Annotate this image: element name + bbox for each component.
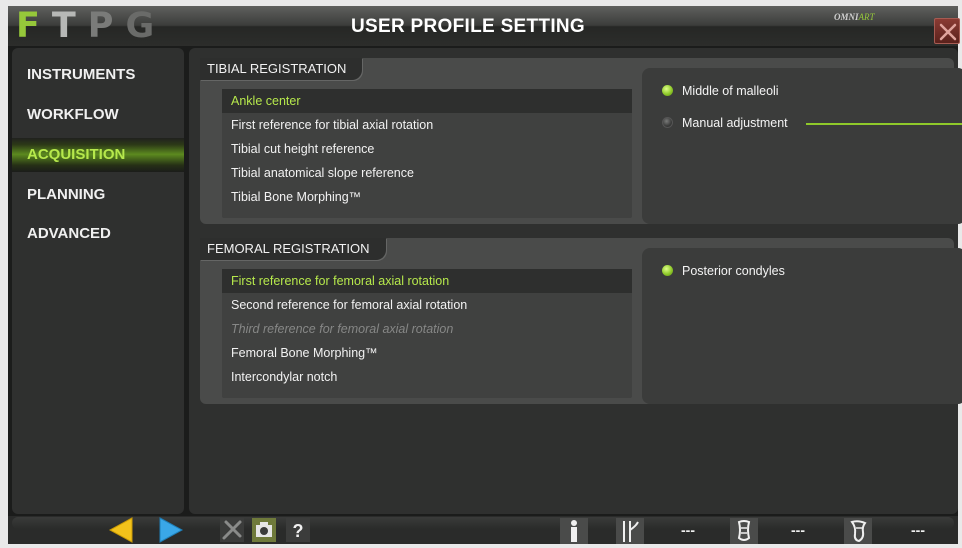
femoral-registration-section: FEMORAL REGISTRATION First reference for… bbox=[200, 238, 962, 404]
forward-button[interactable] bbox=[156, 516, 186, 548]
femoral-registration-heading: FEMORAL REGISTRATION bbox=[200, 238, 386, 260]
radio-checked-icon[interactable] bbox=[662, 265, 673, 277]
camera-icon bbox=[252, 518, 276, 542]
tibia-icon bbox=[844, 518, 872, 544]
manual-adjustment-indicator-line bbox=[806, 123, 962, 125]
femoral-item-second-axial-rotation[interactable]: Second reference for femoral axial rotat… bbox=[222, 293, 632, 317]
tibia-value: --- bbox=[911, 522, 925, 538]
patient-button[interactable] bbox=[560, 518, 588, 548]
tibial-choice-panel: Middle of malleoli Manual adjustment bbox=[642, 68, 962, 224]
femoral-item-third-axial-rotation: Third reference for femoral axial rotati… bbox=[231, 322, 454, 336]
option-posterior-condyles[interactable]: Posterior condyles bbox=[662, 262, 785, 280]
logo-letter-3: P bbox=[87, 6, 126, 46]
femur-button[interactable] bbox=[730, 518, 758, 548]
omniart-logo: OMNIART bbox=[834, 12, 875, 22]
forward-arrow-icon bbox=[159, 517, 184, 543]
option-label: Manual adjustment bbox=[682, 116, 788, 130]
close-icon bbox=[939, 23, 957, 41]
femoral-choice-panel: Posterior condyles bbox=[642, 248, 962, 404]
femur-value: --- bbox=[791, 522, 805, 538]
application-window: FTPG USER PROFILE SETTING OMNIART INSTRU… bbox=[8, 6, 962, 544]
help-button[interactable]: ? bbox=[286, 518, 310, 547]
person-icon bbox=[560, 518, 588, 544]
sidebar-item-instruments[interactable]: INSTRUMENTS bbox=[12, 58, 184, 92]
logo-letter-4: G bbox=[125, 6, 167, 46]
femur-icon bbox=[730, 518, 758, 544]
tibial-option-list: Ankle center First reference for tibial … bbox=[222, 89, 632, 209]
tools-icon bbox=[220, 518, 244, 542]
svg-text:?: ? bbox=[293, 521, 304, 541]
brand-art: ART bbox=[858, 12, 875, 22]
tibial-registration-section: TIBIAL REGISTRATION Ankle center First r… bbox=[200, 58, 962, 224]
option-label: Middle of malleoli bbox=[682, 84, 779, 98]
logo-letter-2: T bbox=[51, 6, 88, 46]
help-icon: ? bbox=[286, 518, 310, 542]
back-button[interactable] bbox=[106, 516, 136, 548]
sidebar-item-workflow[interactable]: WORKFLOW bbox=[12, 98, 184, 132]
tibial-item-ankle-center[interactable]: Ankle center bbox=[222, 89, 632, 113]
title-bar: FTPG USER PROFILE SETTING OMNIART bbox=[8, 6, 960, 46]
leg-value: --- bbox=[681, 522, 695, 538]
tibial-item-anatomical-slope[interactable]: Tibial anatomical slope reference bbox=[222, 161, 632, 185]
femoral-item-intercondylar-notch[interactable]: Intercondylar notch bbox=[222, 365, 632, 389]
tibial-registration-heading: TIBIAL REGISTRATION bbox=[200, 58, 363, 80]
sidebar-item-planning[interactable]: PLANNING bbox=[12, 178, 184, 212]
radio-unchecked-icon[interactable] bbox=[662, 117, 673, 129]
logo-letter-1: F bbox=[16, 6, 52, 46]
main-panel: TIBIAL REGISTRATION Ankle center First r… bbox=[189, 48, 962, 514]
tibial-item-cut-height[interactable]: Tibial cut height reference bbox=[222, 137, 632, 161]
option-label: Posterior condyles bbox=[682, 264, 785, 278]
femoral-option-list: First reference for femoral axial rotati… bbox=[222, 269, 632, 389]
sidebar-item-acquisition[interactable]: ACQUISITION bbox=[12, 138, 184, 172]
leg-icon bbox=[616, 518, 644, 544]
tools-button[interactable] bbox=[220, 518, 244, 547]
close-button[interactable] bbox=[934, 18, 960, 44]
back-arrow-icon bbox=[108, 517, 133, 543]
bottom-toolbar: ? --- --- --- bbox=[8, 516, 958, 544]
femoral-item-bone-morphing[interactable]: Femoral Bone Morphing™ bbox=[222, 341, 632, 365]
tibial-item-bone-morphing[interactable]: Tibial Bone Morphing™ bbox=[222, 185, 632, 209]
tibial-item-axial-rotation[interactable]: First reference for tibial axial rotatio… bbox=[222, 113, 632, 137]
brand-omni: OMNI bbox=[834, 12, 859, 22]
ftpg-logo: FTPG bbox=[16, 7, 166, 45]
camera-button[interactable] bbox=[252, 518, 276, 547]
leg-button[interactable] bbox=[616, 518, 644, 548]
option-manual-adjustment[interactable]: Manual adjustment bbox=[662, 114, 788, 132]
sidebar-item-advanced[interactable]: ADVANCED bbox=[12, 217, 184, 251]
sidebar: INSTRUMENTS WORKFLOW ACQUISITION PLANNIN… bbox=[12, 48, 184, 514]
option-middle-of-malleoli[interactable]: Middle of malleoli bbox=[662, 82, 779, 100]
tibia-button[interactable] bbox=[844, 518, 872, 548]
window-title: USER PROFILE SETTING bbox=[350, 16, 586, 37]
femoral-item-first-axial-rotation[interactable]: First reference for femoral axial rotati… bbox=[222, 269, 632, 293]
radio-checked-icon[interactable] bbox=[662, 85, 673, 97]
